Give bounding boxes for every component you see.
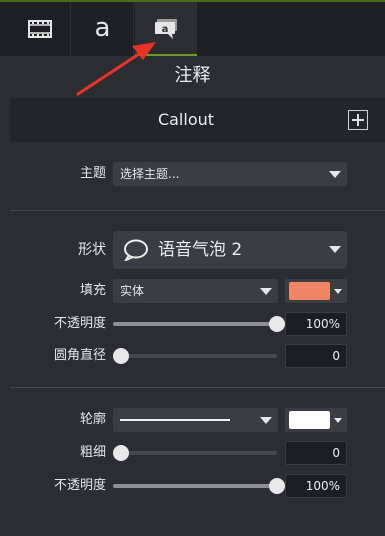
text-letter-icon: a: [94, 13, 111, 43]
chevron-down-icon: [260, 288, 272, 295]
fill-opacity-input[interactable]: 100%: [285, 312, 347, 336]
section-title: Callout: [157, 110, 215, 129]
theme-label: 主题: [79, 166, 106, 181]
slider-handle[interactable]: [269, 478, 285, 494]
fill-opacity-slider[interactable]: [113, 316, 285, 332]
thickness-slider[interactable]: [113, 445, 277, 461]
outline-color-picker[interactable]: [285, 408, 347, 432]
svg-text:a: a: [161, 24, 168, 35]
theme-select[interactable]: 选择主题...: [113, 162, 347, 186]
shape-select[interactable]: 语音气泡 2: [113, 231, 347, 269]
fill-type-value: 实体: [120, 284, 145, 298]
add-property-button[interactable]: [348, 110, 368, 130]
chevron-down-icon: [329, 246, 341, 253]
tab-annotations[interactable]: a: [135, 2, 197, 56]
callout-bubble-icon: a: [154, 19, 177, 39]
corner-radius-label: 圆角直径: [53, 348, 106, 363]
chevron-down-icon: [260, 417, 272, 424]
film-strip-icon: [28, 20, 52, 38]
corner-radius-slider[interactable]: [113, 348, 277, 364]
theme-select-value: 选择主题...: [120, 167, 180, 181]
slider-handle[interactable]: [113, 445, 129, 461]
shape-label: 形状: [78, 242, 106, 258]
speech-bubble-icon: [124, 239, 148, 261]
properties-tab-bar: a a: [0, 2, 385, 56]
outline-opacity-slider[interactable]: [113, 478, 285, 494]
outline-opacity-label: 不透明度: [53, 478, 106, 493]
slider-fill: [113, 484, 277, 488]
fill-opacity-label: 不透明度: [53, 316, 106, 331]
slider-fill: [113, 322, 277, 326]
fill-type-select[interactable]: 实体: [113, 279, 278, 303]
shape-select-value: 语音气泡 2: [158, 240, 243, 260]
solid-line-sample: [120, 419, 230, 421]
outline-opacity-input[interactable]: 100%: [285, 474, 347, 498]
slider-handle[interactable]: [113, 348, 129, 364]
chevron-down-icon: [329, 171, 341, 178]
fill-color-swatch: [289, 282, 330, 300]
outline-color-swatch: [289, 411, 330, 429]
thickness-input[interactable]: 0: [285, 441, 347, 465]
tab-media[interactable]: [10, 2, 71, 56]
thickness-label: 粗细: [79, 445, 106, 460]
fill-label: 填充: [79, 283, 106, 298]
callout-section-header: Callout: [10, 98, 385, 142]
divider: [10, 210, 385, 211]
panel-title: 注释: [174, 65, 211, 86]
fill-color-picker[interactable]: [285, 279, 347, 303]
chevron-down-icon: [334, 289, 342, 294]
tab-text[interactable]: a: [72, 2, 134, 56]
outline-style-select[interactable]: [113, 408, 278, 432]
chevron-down-icon: [334, 418, 342, 423]
corner-radius-input[interactable]: 0: [285, 344, 347, 368]
slider-handle[interactable]: [269, 316, 285, 332]
outline-label: 轮廓: [79, 412, 106, 427]
callout-properties-panel: 注释 Callout 主题 选择主题... 形状 语音气泡 2 填充 实体 不透…: [10, 56, 385, 536]
divider: [10, 387, 385, 388]
